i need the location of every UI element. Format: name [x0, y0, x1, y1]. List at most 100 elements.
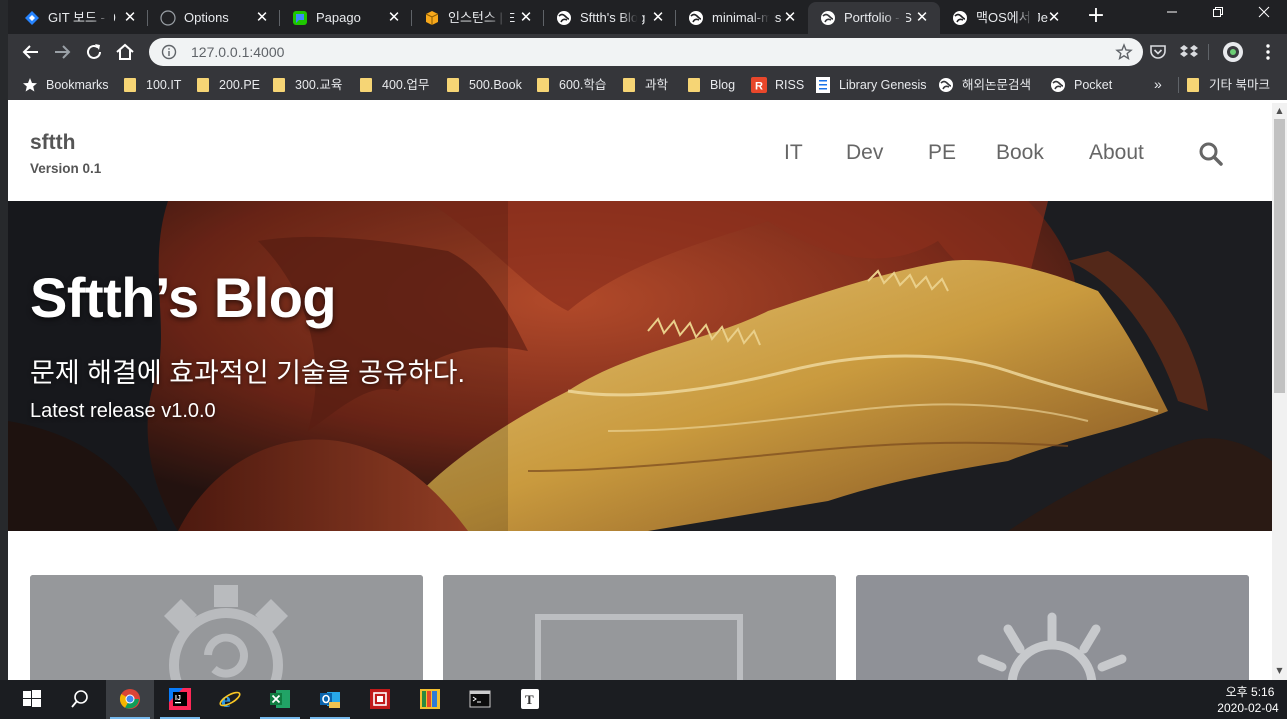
pocket-icon[interactable]: [1147, 41, 1169, 63]
windows-taskbar: IJ e T 오후 5:16 2020-02-04: [0, 680, 1287, 719]
taskbar-app-red[interactable]: [356, 680, 404, 719]
tab-instances[interactable]: 인스턴스 | E ✕: [412, 2, 544, 34]
scrollbar-thumb[interactable]: [1274, 119, 1285, 393]
taskbar-excel[interactable]: [256, 680, 304, 719]
restore-button[interactable]: [1206, 6, 1230, 26]
more-bookmarks-button[interactable]: »: [1154, 76, 1162, 92]
nav-link-book[interactable]: Book: [996, 141, 1044, 165]
intellij-icon: IJ: [169, 688, 191, 710]
nav-link-pe[interactable]: PE: [928, 141, 956, 165]
bookmark-label: 과학: [645, 78, 669, 92]
kebab-menu-icon[interactable]: [1257, 41, 1279, 63]
bookmark-folder-500-book[interactable]: 500.Book: [447, 76, 522, 94]
info-icon[interactable]: [161, 44, 177, 60]
feature-card-monitor[interactable]: [443, 575, 836, 680]
taskbar-outlook[interactable]: [306, 680, 354, 719]
bookmark-label: 600.학습: [559, 78, 607, 92]
tab-macos-jekyll[interactable]: 맥OS에서 Je ✕: [940, 2, 1072, 34]
internet-explorer-icon: e: [219, 688, 241, 710]
folder-icon: [447, 78, 459, 92]
clock-date[interactable]: 2020-02-04: [1213, 701, 1283, 715]
taskbar-terminal[interactable]: [456, 680, 504, 719]
nav-link-dev[interactable]: Dev: [846, 141, 883, 165]
github-icon: [160, 10, 176, 26]
hero-subtitle: 문제 해결에 효과적인 기술을 공유하다.: [30, 358, 465, 388]
riss-icon: R: [751, 77, 767, 93]
dropbox-icon[interactable]: [1178, 41, 1200, 63]
tab-papago[interactable]: Papago ✕: [280, 2, 412, 34]
close-tab-icon[interactable]: ✕: [650, 9, 666, 25]
tab-portfolio[interactable]: Portfolio - S ✕: [808, 2, 940, 34]
monitor-icon: [443, 575, 836, 680]
bookmark-folder-200-pe[interactable]: 200.PE: [197, 76, 260, 94]
globe-icon: [689, 11, 703, 25]
search-icon[interactable]: [1198, 141, 1224, 167]
gear-icon: [30, 575, 423, 680]
bookmark-folder-100-it[interactable]: 100.IT: [124, 76, 181, 94]
reload-icon[interactable]: [83, 41, 105, 63]
nav-link-it[interactable]: IT: [784, 141, 803, 165]
nav-link-about[interactable]: About: [1089, 141, 1144, 165]
close-tab-icon[interactable]: ✕: [914, 9, 930, 25]
home-icon[interactable]: [114, 41, 136, 63]
bookmarks-bar: Bookmarks 100.IT 200.PE 300.교육 400.업무 50…: [8, 70, 1287, 100]
scroll-up-arrow[interactable]: ▲: [1275, 107, 1284, 115]
close-tab-icon[interactable]: ✕: [254, 9, 270, 25]
bookmark-other-bookmarks[interactable]: 기타 북마크: [1187, 76, 1270, 94]
address-bar[interactable]: 127.0.0.1:4000: [149, 38, 1143, 66]
back-arrow-icon[interactable]: [20, 41, 42, 63]
taskbar-chrome[interactable]: [106, 680, 154, 719]
close-window-button[interactable]: [1252, 6, 1276, 26]
close-tab-icon[interactable]: ✕: [1046, 9, 1062, 25]
feature-card-lightbulb[interactable]: [856, 575, 1249, 680]
bookmark-folder-blog[interactable]: Blog: [688, 76, 735, 94]
folder-icon: [537, 78, 549, 92]
bookmark-folder-science[interactable]: 과학: [623, 76, 668, 94]
new-tab-button[interactable]: +: [1086, 5, 1106, 27]
bookmark-folder-400[interactable]: 400.업무: [360, 76, 429, 94]
close-tab-icon[interactable]: ✕: [782, 9, 798, 25]
feature-card-gear[interactable]: [30, 575, 423, 680]
taskbar-typora[interactable]: T: [506, 680, 554, 719]
close-tab-icon[interactable]: ✕: [386, 9, 402, 25]
svg-text:T: T: [525, 692, 534, 707]
lightbulb-icon: [856, 575, 1249, 680]
bookmark-folder-300[interactable]: 300.교육: [273, 76, 342, 94]
tab-title: Papago: [316, 10, 361, 25]
taskbar-search-button[interactable]: [56, 680, 104, 719]
bookmark-riss[interactable]: R RISS: [751, 76, 804, 94]
page-scrollbar[interactable]: ▲ ▼: [1272, 103, 1287, 680]
tab-sftth-blog[interactable]: Sftth's Blog ✕: [544, 2, 676, 34]
bookmark-pocket[interactable]: Pocket: [1050, 76, 1112, 94]
bookmark-foreign-papers[interactable]: 해외논문검색: [938, 76, 1031, 94]
search-icon: [71, 690, 88, 708]
bookmark-library-genesis[interactable]: Library Genesis: [815, 76, 927, 94]
bookmark-label: 300.교육: [295, 78, 343, 92]
tab-minimal-mistakes[interactable]: minimal-mis ✕: [676, 2, 808, 34]
minimize-button[interactable]: [1160, 6, 1184, 26]
folder-icon: [273, 78, 285, 92]
browser-toolbar: 127.0.0.1:4000: [8, 34, 1287, 70]
bookmark-label: Bookmarks: [46, 78, 109, 92]
site-title[interactable]: sftth: [30, 131, 76, 155]
taskbar-intellij[interactable]: IJ: [156, 680, 204, 719]
scroll-down-arrow[interactable]: ▼: [1275, 667, 1284, 675]
chrome-icon: [119, 689, 140, 709]
start-button[interactable]: [8, 680, 56, 719]
tab-strip: GIT 보드 - 0 ✕ Options ✕ Papago ✕ 인스턴스 | E…: [8, 0, 1287, 34]
tab-git-board[interactable]: GIT 보드 - 0 ✕: [12, 2, 148, 34]
taskbar-app-colorful[interactable]: [406, 680, 454, 719]
papago-icon: [293, 11, 307, 25]
taskbar-internet-explorer[interactable]: e: [206, 680, 254, 719]
bookmark-star-icon[interactable]: [1115, 43, 1133, 61]
bookmark-folder-600[interactable]: 600.학습: [537, 76, 606, 94]
close-tab-icon[interactable]: ✕: [122, 9, 138, 25]
close-tab-icon[interactable]: ✕: [518, 9, 534, 25]
clock-time[interactable]: 오후 5:16: [1221, 683, 1279, 700]
app-colorful-icon: [420, 689, 440, 709]
bookmark-bookmarks[interactable]: Bookmarks: [22, 76, 109, 94]
forward-arrow-icon[interactable]: [51, 41, 73, 63]
tab-options[interactable]: Options ✕: [148, 2, 280, 34]
aws-box-icon: [425, 11, 439, 25]
profile-avatar-icon[interactable]: [1222, 41, 1244, 63]
